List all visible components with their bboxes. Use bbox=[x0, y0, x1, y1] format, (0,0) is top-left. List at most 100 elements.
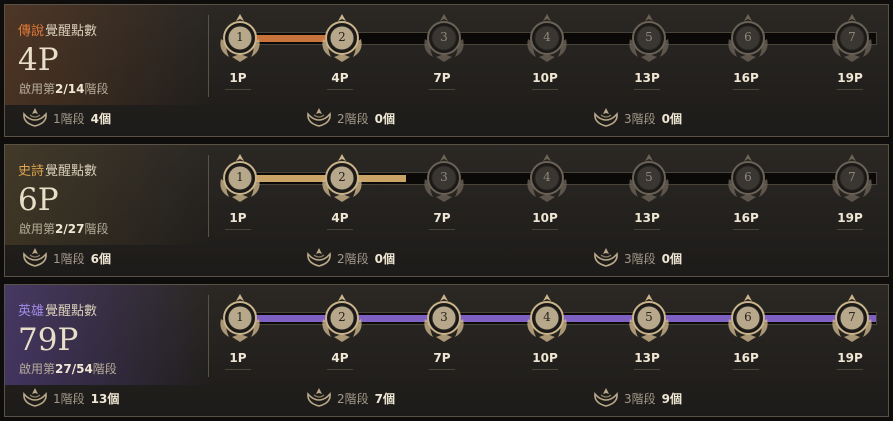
awakening-node-icon[interactable]: 6 bbox=[725, 153, 771, 203]
stage-label: 1階段 bbox=[53, 112, 85, 126]
awakening-node-icon[interactable]: 7 bbox=[829, 293, 875, 343]
usage-value: 2/14 bbox=[55, 82, 85, 96]
node-number: 7 bbox=[848, 310, 856, 324]
threshold-label: 4P bbox=[315, 211, 365, 230]
awakening-node-icon[interactable]: 5 bbox=[626, 153, 672, 203]
awakening-node-icon[interactable]: 2 bbox=[319, 13, 365, 63]
awakening-crest-icon bbox=[305, 106, 337, 131]
divider bbox=[208, 155, 209, 237]
awakening-crest-icon bbox=[592, 386, 624, 411]
threshold-label: 16P bbox=[721, 351, 771, 370]
panel-header: 傳說覺醒點數 4P 啟用第2/14階段 bbox=[5, 5, 210, 105]
node-number: 1 bbox=[236, 310, 244, 324]
grade-label: 傳說 bbox=[18, 24, 45, 39]
awakening-crest-icon bbox=[305, 246, 337, 271]
threshold-label: 10P bbox=[520, 211, 570, 230]
stage-summary-3: 3階段 9個 bbox=[592, 386, 682, 411]
threshold-label: 10P bbox=[520, 71, 570, 90]
node-number: 7 bbox=[848, 170, 856, 184]
panel-title: 英雄覺醒點數 bbox=[18, 300, 97, 319]
threshold-label: 19P bbox=[825, 351, 875, 370]
divider bbox=[208, 15, 209, 97]
stage-count: 7個 bbox=[374, 392, 395, 406]
threshold-label: 4P bbox=[315, 71, 365, 90]
usage-prefix: 啟用第 bbox=[19, 362, 56, 376]
stage-label: 2階段 bbox=[337, 112, 369, 126]
node-number: 4 bbox=[543, 30, 551, 44]
node-number: 1 bbox=[236, 30, 244, 44]
node-number: 4 bbox=[543, 170, 551, 184]
awakening-node-icon[interactable]: 7 bbox=[829, 153, 875, 203]
stage-label: 2階段 bbox=[337, 252, 369, 266]
grade-label: 英雄 bbox=[18, 304, 45, 319]
node-number: 5 bbox=[645, 170, 653, 184]
awakening-node-icon[interactable]: 6 bbox=[725, 13, 771, 63]
awakening-node-icon[interactable]: 6 bbox=[725, 293, 771, 343]
awakening-crest-icon bbox=[592, 106, 624, 131]
threshold-label: 7P bbox=[417, 351, 467, 370]
awakening-node-icon[interactable]: 4 bbox=[524, 13, 570, 63]
panel-header: 史詩覺醒點數 6P 啟用第2/27階段 bbox=[5, 145, 210, 245]
awakening-node-icon[interactable]: 5 bbox=[626, 293, 672, 343]
awakening-node-icon[interactable]: 1 bbox=[217, 153, 263, 203]
points-value: 79P bbox=[18, 322, 79, 358]
stage-summary-1: 1階段 13個 bbox=[21, 386, 119, 411]
usage-value: 27/54 bbox=[55, 362, 93, 376]
awakening-node-icon[interactable]: 2 bbox=[319, 153, 365, 203]
awakening-node-icon[interactable]: 4 bbox=[524, 153, 570, 203]
panel-title: 傳說覺醒點數 bbox=[18, 20, 97, 39]
stage-summary-2: 2階段 0個 bbox=[305, 246, 395, 271]
node-number: 7 bbox=[848, 30, 856, 44]
divider bbox=[208, 295, 209, 377]
awakening-panel-0: 傳說覺醒點數 4P 啟用第2/14階段 1 1P 2 4P 3 7P 4 10P… bbox=[4, 4, 889, 137]
node-number: 4 bbox=[543, 310, 551, 324]
awakening-crest-icon bbox=[21, 246, 53, 271]
stage-count: 9個 bbox=[661, 392, 682, 406]
stage-count: 0個 bbox=[374, 112, 395, 126]
awakening-crest-icon bbox=[592, 246, 624, 271]
points-value: 6P bbox=[18, 182, 59, 218]
awakening-panel-1: 史詩覺醒點數 6P 啟用第2/27階段 1 1P 2 4P 3 7P 4 10P… bbox=[4, 144, 889, 277]
threshold-label: 19P bbox=[825, 71, 875, 90]
stage-summary-1: 1階段 6個 bbox=[21, 246, 111, 271]
threshold-label: 7P bbox=[417, 71, 467, 90]
threshold-label: 7P bbox=[417, 211, 467, 230]
usage-value: 2/27 bbox=[55, 222, 85, 236]
node-number: 6 bbox=[744, 170, 752, 184]
node-number: 5 bbox=[645, 310, 653, 324]
title-suffix: 覺醒點數 bbox=[45, 164, 98, 179]
awakening-crest-icon bbox=[21, 106, 53, 131]
threshold-label: 1P bbox=[213, 351, 263, 370]
usage-suffix: 階段 bbox=[84, 222, 109, 236]
node-number: 2 bbox=[338, 310, 346, 324]
usage-suffix: 階段 bbox=[92, 362, 117, 376]
node-number: 3 bbox=[440, 30, 448, 44]
usage-prefix: 啟用第 bbox=[19, 222, 56, 236]
usage-text: 啟用第2/14階段 bbox=[19, 80, 108, 97]
usage-prefix: 啟用第 bbox=[19, 82, 56, 96]
stage-label: 1階段 bbox=[53, 392, 85, 406]
stage-label: 3階段 bbox=[624, 392, 656, 406]
node-number: 3 bbox=[440, 310, 448, 324]
threshold-label: 19P bbox=[825, 211, 875, 230]
node-number: 5 bbox=[645, 30, 653, 44]
node-number: 2 bbox=[338, 170, 346, 184]
awakening-node-icon[interactable]: 5 bbox=[626, 13, 672, 63]
stage-label: 3階段 bbox=[624, 252, 656, 266]
title-suffix: 覺醒點數 bbox=[45, 304, 98, 319]
stage-count: 0個 bbox=[374, 252, 395, 266]
stage-label: 2階段 bbox=[337, 392, 369, 406]
awakening-node-icon[interactable]: 3 bbox=[421, 13, 467, 63]
awakening-node-icon[interactable]: 1 bbox=[217, 13, 263, 63]
threshold-label: 13P bbox=[622, 351, 672, 370]
awakening-node-icon[interactable]: 3 bbox=[421, 293, 467, 343]
stage-count: 6個 bbox=[90, 252, 111, 266]
usage-text: 啟用第2/27階段 bbox=[19, 220, 108, 237]
awakening-node-icon[interactable]: 4 bbox=[524, 293, 570, 343]
awakening-node-icon[interactable]: 2 bbox=[319, 293, 365, 343]
awakening-node-icon[interactable]: 1 bbox=[217, 293, 263, 343]
awakening-node-icon[interactable]: 3 bbox=[421, 153, 467, 203]
awakening-node-icon[interactable]: 7 bbox=[829, 13, 875, 63]
threshold-label: 13P bbox=[622, 211, 672, 230]
stage-summary-1: 1階段 4個 bbox=[21, 106, 111, 131]
